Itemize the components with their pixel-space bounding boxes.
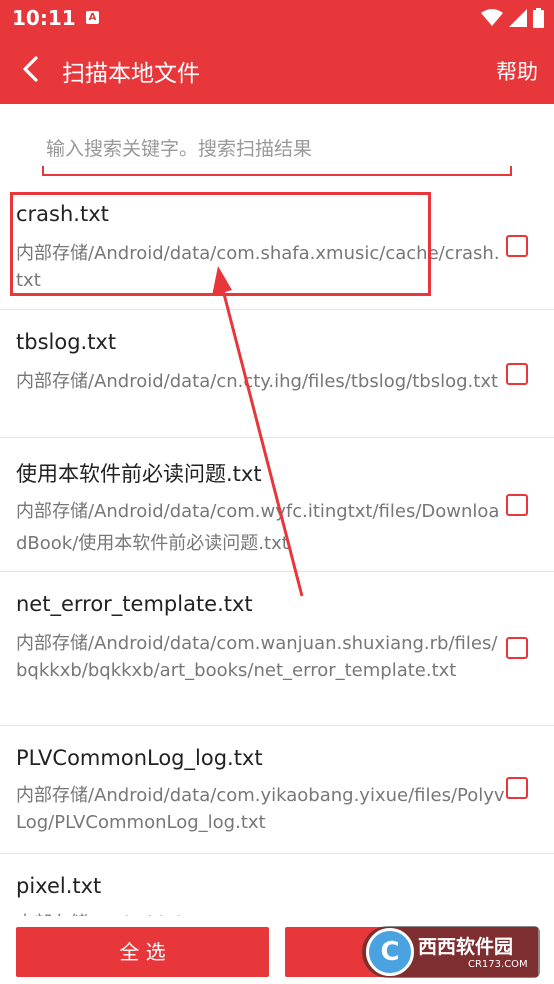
page-title: 扫描本地文件	[62, 61, 200, 87]
file-checkbox[interactable]	[506, 637, 528, 659]
file-name: 使用本软件前必读问题.txt	[16, 462, 262, 486]
search-input[interactable]	[42, 132, 520, 166]
file-name: net_error_template.txt	[16, 592, 253, 616]
file-checkbox[interactable]	[506, 777, 528, 799]
battery-icon	[533, 8, 544, 28]
wifi-icon	[481, 9, 503, 26]
file-row[interactable]: PLVCommonLog_log.txt 内部存储/Android/data/c…	[0, 726, 554, 854]
file-row[interactable]: net_error_template.txt 内部存储/Android/data…	[0, 572, 554, 726]
select-all-button[interactable]: 全 选	[16, 927, 269, 977]
watermark-c-icon: C	[366, 928, 414, 976]
file-path: 内部存储/Android/data/cn.cty.ihg/files/tbslo…	[16, 371, 499, 392]
file-path: 内部存储/Android/data/com.yikaobang.yixue/fi…	[16, 785, 505, 833]
file-checkbox[interactable]	[506, 363, 528, 385]
help-button[interactable]: 帮助	[496, 56, 538, 86]
watermark-domain: CR173.COM	[468, 959, 528, 970]
file-name: PLVCommonLog_log.txt	[16, 746, 263, 770]
file-row[interactable]: 使用本软件前必读问题.txt 内部存储/Android/data/com.wyf…	[0, 438, 554, 572]
file-path: 内部存储/Android/data/com.shafa.xmusic/cache…	[16, 243, 500, 291]
search-section	[0, 104, 554, 183]
file-name: pixel.txt	[16, 874, 102, 898]
status-bar: 10:11 A	[0, 0, 554, 36]
title-bar: 扫描本地文件 帮助	[0, 36, 554, 104]
signal-icon	[509, 9, 527, 27]
notification-icon: A	[86, 11, 99, 24]
system-icons	[481, 6, 544, 30]
file-name: crash.txt	[16, 202, 109, 226]
file-row[interactable]: tbslog.txt 内部存储/Android/data/cn.cty.ihg/…	[0, 310, 554, 438]
file-path: 内部存储/Android/data/com.wyfc.itingtxt/file…	[16, 501, 500, 554]
file-name: tbslog.txt	[16, 330, 117, 354]
file-checkbox[interactable]	[506, 494, 528, 516]
status-time: 10:11	[12, 6, 76, 30]
search-underline	[42, 166, 512, 176]
file-checkbox[interactable]	[506, 235, 528, 257]
file-row[interactable]: crash.txt 内部存储/Android/data/com.shafa.xm…	[0, 182, 554, 310]
watermark-brand: 西西软件园	[418, 936, 514, 958]
watermark-logo: C 西西软件园 CR173.COM	[362, 926, 540, 978]
file-path: 内部存储/Android/data/com.wanjuan.shuxiang.r…	[16, 633, 498, 681]
back-icon[interactable]	[16, 54, 46, 84]
